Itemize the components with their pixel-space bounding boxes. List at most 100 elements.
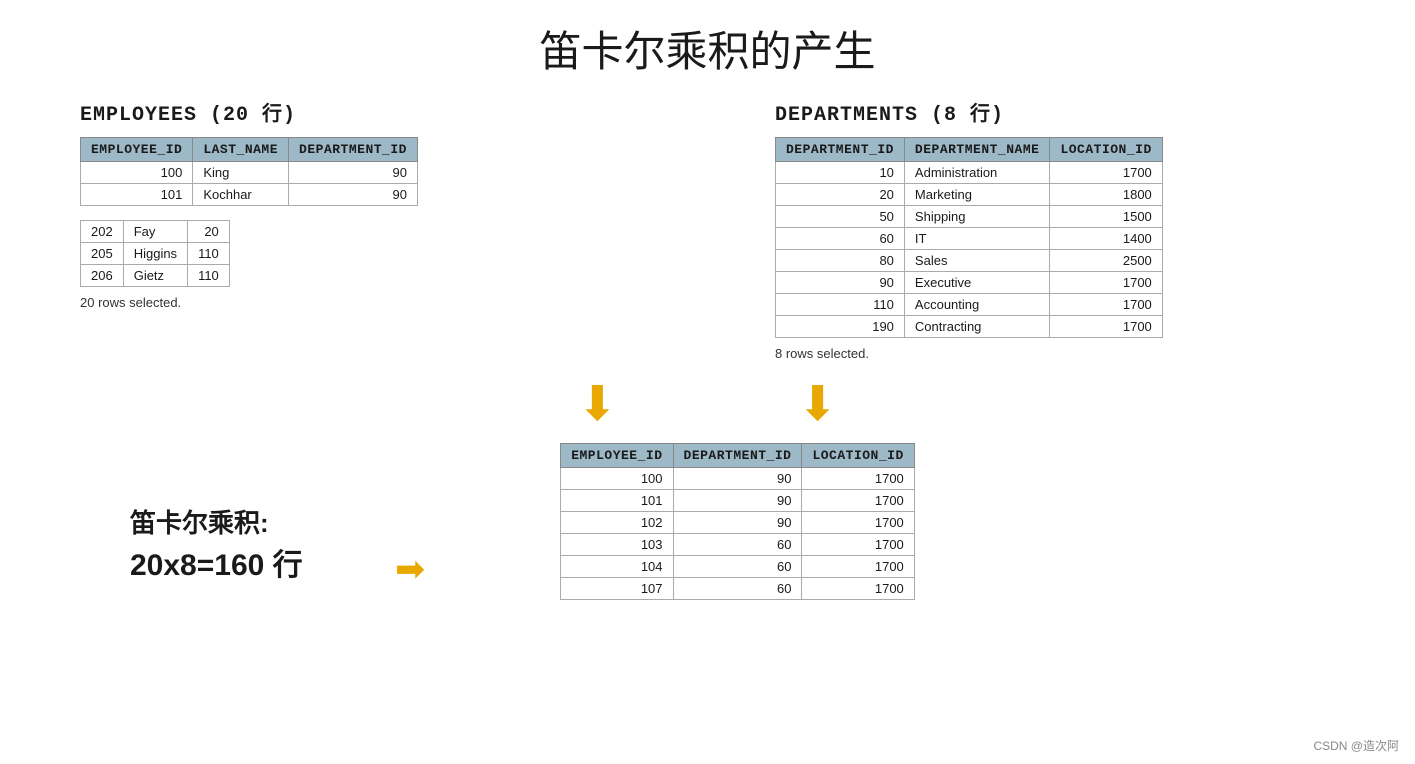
- dept-id: 10: [776, 162, 905, 184]
- dept-name: IT: [904, 228, 1050, 250]
- emp-dept-id: 110: [188, 265, 230, 287]
- employees-col-lastname: LAST_NAME: [193, 138, 289, 162]
- dept-loc-id: 1800: [1050, 184, 1162, 206]
- dept-loc-id: 1700: [1050, 316, 1162, 338]
- employees-section: EMPLOYEES (20 行) EMPLOYEE_ID LAST_NAME D…: [80, 97, 500, 361]
- dept-id: 90: [776, 272, 905, 294]
- departments-table: DEPARTMENT_ID DEPARTMENT_NAME LOCATION_I…: [775, 137, 1163, 338]
- dept-id: 50: [776, 206, 905, 228]
- result-col-locid: LOCATION_ID: [802, 444, 914, 468]
- employees-table-group1: EMPLOYEE_ID LAST_NAME DEPARTMENT_ID 100 …: [80, 137, 418, 206]
- table-row: 60 IT 1400: [776, 228, 1163, 250]
- result-emp-id: 102: [561, 512, 673, 534]
- dept-id: 60: [776, 228, 905, 250]
- emp-last-name: Higgins: [123, 243, 187, 265]
- dept-name: Marketing: [904, 184, 1050, 206]
- emp-last-name: Fay: [123, 221, 187, 243]
- arrow-down-right: ⬇: [798, 381, 838, 429]
- result-emp-id: 101: [561, 490, 673, 512]
- table-row: 205 Higgins 110: [81, 243, 230, 265]
- result-loc-id: 1700: [802, 556, 914, 578]
- bottom-section: 笛卡尔乘积: 20x8=160 行 ➡ EMPLOYEE_ID DEPARTME…: [0, 443, 1415, 600]
- table-row: 206 Gietz 110: [81, 265, 230, 287]
- result-dept-id: 60: [673, 534, 802, 556]
- table-row: 100 King 90: [81, 162, 418, 184]
- emp-id: 202: [81, 221, 124, 243]
- departments-section-title: DEPARTMENTS (8 行): [775, 97, 1335, 127]
- result-col-empid: EMPLOYEE_ID: [561, 444, 673, 468]
- dept-name: Shipping: [904, 206, 1050, 228]
- dept-loc-id: 1500: [1050, 206, 1162, 228]
- result-loc-id: 1700: [802, 534, 914, 556]
- emp-id: 205: [81, 243, 124, 265]
- table-row: 102 90 1700: [561, 512, 915, 534]
- arrow-right-icon: ➡: [395, 548, 425, 589]
- table-row: 103 60 1700: [561, 534, 915, 556]
- table-row: 90 Executive 1700: [776, 272, 1163, 294]
- emp-id: 101: [81, 184, 193, 206]
- table-row: 10 Administration 1700: [776, 162, 1163, 184]
- result-loc-id: 1700: [802, 468, 914, 490]
- result-loc-id: 1700: [802, 512, 914, 534]
- dept-name: Contracting: [904, 316, 1050, 338]
- result-table-wrapper: EMPLOYEE_ID DEPARTMENT_ID LOCATION_ID 10…: [560, 443, 915, 600]
- cartesian-label-line1: 笛卡尔乘积:: [130, 503, 303, 540]
- table-row: 50 Shipping 1500: [776, 206, 1163, 228]
- dept-id: 110: [776, 294, 905, 316]
- emp-dept-id: 110: [188, 243, 230, 265]
- emp-last-name: Gietz: [123, 265, 187, 287]
- dept-loc-id: 1700: [1050, 162, 1162, 184]
- table-row: 20 Marketing 1800: [776, 184, 1163, 206]
- emp-last-name: King: [193, 162, 289, 184]
- table-row: 101 90 1700: [561, 490, 915, 512]
- result-dept-id: 60: [673, 556, 802, 578]
- table-row: 110 Accounting 1700: [776, 294, 1163, 316]
- table-row: 101 Kochhar 90: [81, 184, 418, 206]
- emp-last-name: Kochhar: [193, 184, 289, 206]
- result-dept-id: 90: [673, 468, 802, 490]
- table-row: 104 60 1700: [561, 556, 915, 578]
- employees-table-group2: 202 Fay 20 205 Higgins 110 206 Gietz 110: [80, 220, 230, 287]
- dept-loc-id: 1700: [1050, 294, 1162, 316]
- arrow-right-container: ➡: [395, 548, 425, 590]
- arrows-row: ⬇ ⬇: [0, 381, 1415, 429]
- dept-name: Executive: [904, 272, 1050, 294]
- departments-section: DEPARTMENTS (8 行) DEPARTMENT_ID DEPARTME…: [775, 97, 1335, 361]
- dept-col-locid: LOCATION_ID: [1050, 138, 1162, 162]
- result-dept-id: 60: [673, 578, 802, 600]
- result-dept-id: 90: [673, 490, 802, 512]
- table-row: 100 90 1700: [561, 468, 915, 490]
- emp-dept-id: 20: [188, 221, 230, 243]
- top-tables-area: EMPLOYEES (20 行) EMPLOYEE_ID LAST_NAME D…: [0, 97, 1415, 361]
- table-row: 107 60 1700: [561, 578, 915, 600]
- dept-name: Administration: [904, 162, 1050, 184]
- employees-rows-note: 20 rows selected.: [80, 295, 500, 310]
- emp-dept-id: 90: [289, 184, 418, 206]
- employees-col-id: EMPLOYEE_ID: [81, 138, 193, 162]
- dept-id: 80: [776, 250, 905, 272]
- departments-rows-note: 8 rows selected.: [775, 346, 1335, 361]
- dept-loc-id: 2500: [1050, 250, 1162, 272]
- result-emp-id: 103: [561, 534, 673, 556]
- watermark: CSDN @造次阿: [1313, 737, 1399, 754]
- dept-col-name: DEPARTMENT_NAME: [904, 138, 1050, 162]
- dept-name: Accounting: [904, 294, 1050, 316]
- table-row: 202 Fay 20: [81, 221, 230, 243]
- result-emp-id: 104: [561, 556, 673, 578]
- dept-col-id: DEPARTMENT_ID: [776, 138, 905, 162]
- cartesian-formula: 20x8=160 行: [130, 540, 303, 584]
- dept-name: Sales: [904, 250, 1050, 272]
- dept-loc-id: 1400: [1050, 228, 1162, 250]
- result-table: EMPLOYEE_ID DEPARTMENT_ID LOCATION_ID 10…: [560, 443, 915, 600]
- dept-loc-id: 1700: [1050, 272, 1162, 294]
- emp-id: 100: [81, 162, 193, 184]
- table-row: 80 Sales 2500: [776, 250, 1163, 272]
- employees-col-deptid: DEPARTMENT_ID: [289, 138, 418, 162]
- result-col-deptid: DEPARTMENT_ID: [673, 444, 802, 468]
- result-emp-id: 107: [561, 578, 673, 600]
- dept-id: 190: [776, 316, 905, 338]
- page-title: 笛卡尔乘积的产生: [0, 0, 1415, 97]
- table-row: 190 Contracting 1700: [776, 316, 1163, 338]
- cartesian-label: 笛卡尔乘积: 20x8=160 行: [130, 503, 303, 584]
- emp-id: 206: [81, 265, 124, 287]
